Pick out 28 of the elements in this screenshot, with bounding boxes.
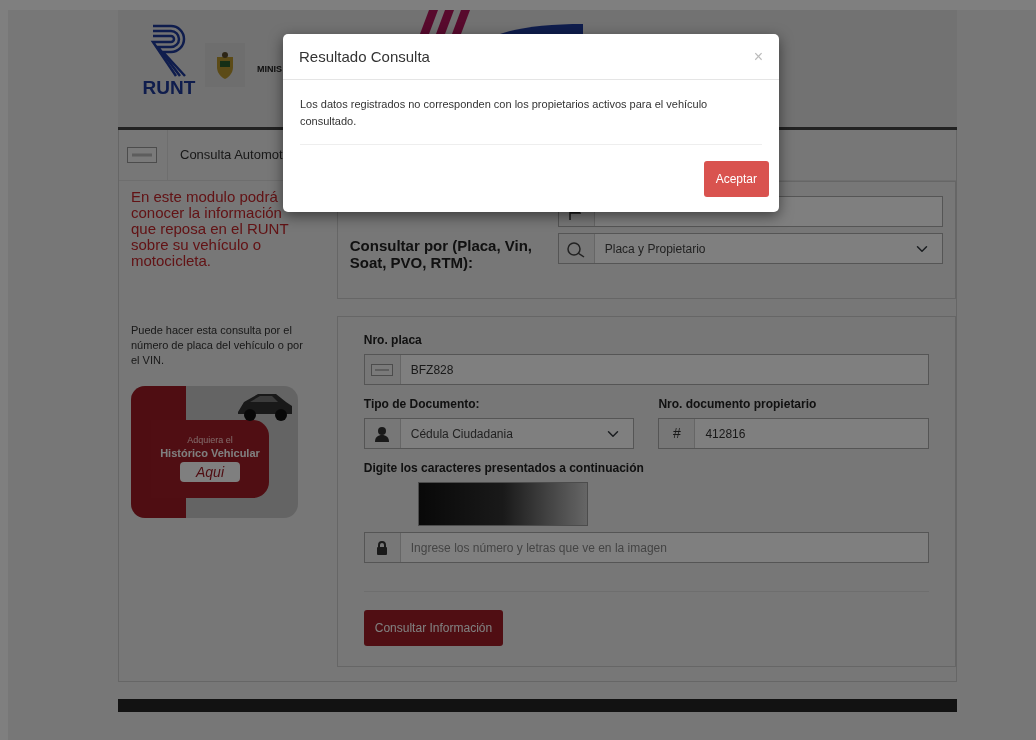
user-icon bbox=[374, 425, 391, 442]
plate-icon bbox=[371, 363, 394, 376]
dialog-message: Los datos registrados no corresponden con los propietarios activos para el vehículo consultado. bbox=[300, 96, 762, 145]
dialog-title: Resultado Consulta bbox=[299, 48, 430, 66]
lock-icon bbox=[376, 540, 389, 555]
field-label: Nro. placa bbox=[363, 332, 423, 349]
promo-button[interactable]: Aqui bbox=[180, 462, 240, 483]
field-label: Consultar por (Placa, Vin, Soat, PVO, RTM): bbox=[349, 236, 534, 271]
query-field[interactable]: Placa y Propietario bbox=[557, 233, 943, 264]
ministry-text: MINIS bbox=[257, 63, 282, 76]
submit-button[interactable]: Consultar Información bbox=[363, 610, 504, 646]
logo-text: RUNT bbox=[142, 78, 196, 97]
document-number-field[interactable]: # 412816 bbox=[658, 418, 929, 449]
stripes-drawing bbox=[420, 10, 470, 34]
crest-icon bbox=[214, 51, 236, 79]
field-label: Digite los caracteres presentados a continuación bbox=[363, 460, 645, 477]
hash-symbol: # bbox=[659, 419, 696, 448]
plate-icon bbox=[127, 147, 157, 163]
promo-title: Histórico Vehicular bbox=[160, 445, 260, 461]
promo-banner[interactable]: Adquiera el Histórico Vehicular Aqui bbox=[131, 386, 298, 518]
tab-label[interactable]: Consulta Automot bbox=[167, 129, 283, 181]
intro-text: En este modulo podrá conocer la información que reposa en el RUNT sobre su vehículo o motocicleta. bbox=[131, 189, 290, 269]
document-type-field[interactable]: Cédula Ciudadania bbox=[363, 418, 635, 449]
field-label: Nro. documento propietario bbox=[658, 396, 818, 413]
info-text: Puede hacer esta consulta por el número de placa del vehículo o por el VIN. bbox=[131, 323, 304, 368]
accept-button[interactable]: Aceptar bbox=[703, 161, 769, 197]
promo-text: Adquiera el bbox=[187, 435, 233, 446]
field-label: Tipo de Documento: bbox=[363, 396, 481, 413]
